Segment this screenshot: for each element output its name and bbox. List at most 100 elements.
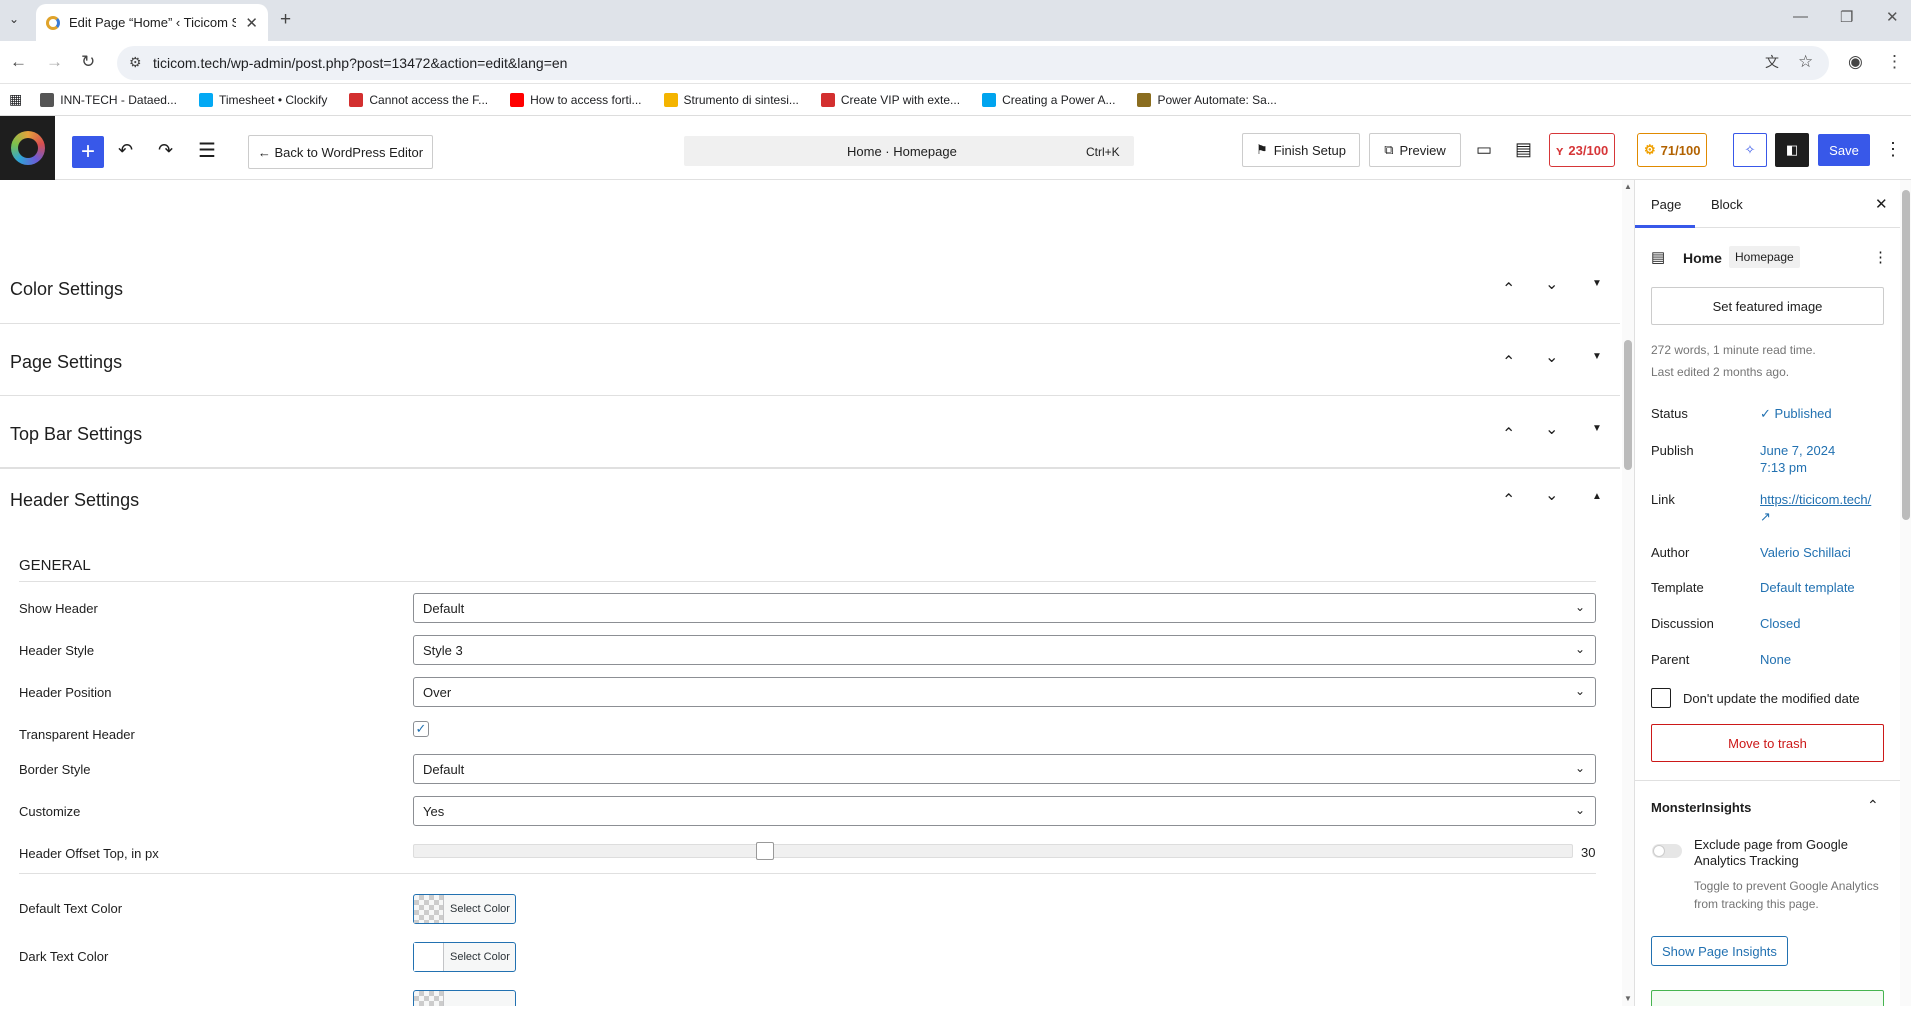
monsterinsights-title: MonsterInsights xyxy=(1651,800,1752,815)
restore-icon[interactable]: ❐ xyxy=(1840,8,1853,26)
dark-text-color-button[interactable]: Select Color xyxy=(413,942,516,972)
back-icon[interactable]: ← xyxy=(10,52,27,72)
header-offset-slider[interactable] xyxy=(413,842,1573,860)
customize-value: Yes xyxy=(423,803,445,819)
customize-select[interactable]: Yes ⌄ xyxy=(413,796,1596,826)
tab-close-icon[interactable]: ✕ xyxy=(245,14,258,32)
bookmark-item[interactable]: INN-TECH - Dataed... xyxy=(40,92,177,107)
finish-setup-button[interactable]: ⚑ Finish Setup xyxy=(1242,133,1360,167)
toggle-panel-icon[interactable]: ▼ xyxy=(1592,351,1602,362)
color-settings-panel[interactable]: Color Settings ⌃ ⌄ ▼ xyxy=(0,252,1620,324)
modified-date-checkbox[interactable] xyxy=(1651,688,1671,708)
reload-icon[interactable]: ↻ xyxy=(81,52,95,72)
page-options-icon[interactable]: ⋮ xyxy=(1873,248,1888,266)
bookmark-item[interactable]: Power Automate: Sa... xyxy=(1137,92,1277,107)
page-title: Home xyxy=(1683,250,1722,266)
move-down-icon[interactable]: ⌄ xyxy=(1545,347,1558,367)
seo-score-button[interactable]: ʏ 23/100 xyxy=(1549,133,1616,167)
bookmark-item[interactable]: Timesheet • Clockify xyxy=(198,92,327,107)
bookmark-item[interactable]: Create VIP with exte... xyxy=(820,92,960,107)
exclude-tracking-toggle[interactable] xyxy=(1652,844,1682,858)
publish-time[interactable]: 7:13 pm xyxy=(1760,460,1807,475)
top-bar-settings-panel[interactable]: Top Bar Settings ⌃ ⌄ ▼ xyxy=(0,396,1620,468)
slider-handle[interactable] xyxy=(756,842,774,860)
bookmark-item[interactable]: Strumento di sintesi... xyxy=(663,92,799,107)
options-menu-icon[interactable]: ⋮ xyxy=(1884,139,1902,160)
active-tab-indicator xyxy=(1635,225,1695,228)
default-text-color-button[interactable]: Select Color xyxy=(413,894,516,924)
browser-tab-active[interactable]: Edit Page “Home” ‹ Ticicom SA ✕ xyxy=(36,4,268,41)
discussion-value[interactable]: Closed xyxy=(1760,616,1800,631)
header-position-select[interactable]: Over ⌄ xyxy=(413,677,1596,707)
back-to-wordpress-editor-button[interactable]: ← Back to WordPress Editor xyxy=(248,135,433,169)
translate-icon[interactable]: 文 xyxy=(1765,52,1779,72)
collapse-panel-icon[interactable]: ▲ xyxy=(1592,491,1602,502)
move-up-icon[interactable]: ⌃ xyxy=(1502,490,1515,510)
customize-label: Customize xyxy=(19,804,81,819)
page-link[interactable]: https://ticicom.tech/ xyxy=(1760,492,1871,507)
settings-panel-toggle[interactable]: ◧ xyxy=(1775,133,1809,167)
toggle-panel-icon[interactable]: ▼ xyxy=(1592,423,1602,434)
move-down-icon[interactable]: ⌄ xyxy=(1545,419,1558,439)
bookmark-item[interactable]: Cannot access the F... xyxy=(349,92,488,107)
readability-score-button[interactable]: ⚙ 71/100 xyxy=(1637,133,1708,167)
external-arrow-icon[interactable]: ↗ xyxy=(1760,509,1771,525)
window-close-icon[interactable]: ✕ xyxy=(1886,8,1899,26)
scroll-down-icon[interactable]: ▼ xyxy=(1624,994,1632,1003)
bookmark-item[interactable]: How to access forti... xyxy=(510,92,642,107)
set-featured-image-button[interactable]: Set featured image xyxy=(1651,287,1884,325)
url-input[interactable]: ⚙ ticicom.tech/wp-admin/post.php?post=13… xyxy=(117,46,1829,80)
scrollbar-thumb[interactable] xyxy=(1624,340,1632,470)
profile-icon[interactable]: ◉ xyxy=(1848,52,1863,72)
undo-icon[interactable]: ↶ xyxy=(118,140,133,161)
move-up-icon[interactable]: ⌃ xyxy=(1502,352,1515,372)
transparent-header-checkbox[interactable]: ✓ xyxy=(413,721,429,737)
show-header-select[interactable]: Default ⌄ xyxy=(413,593,1596,623)
toggle-panel-icon[interactable]: ▼ xyxy=(1592,278,1602,289)
apps-grid-icon[interactable]: ▦ xyxy=(9,91,22,108)
parent-value[interactable]: None xyxy=(1760,652,1791,667)
new-tab-icon[interactable]: + xyxy=(280,9,291,31)
minimize-icon[interactable]: — xyxy=(1793,8,1808,25)
scroll-up-icon[interactable]: ▲ xyxy=(1624,182,1632,191)
move-up-icon[interactable]: ⌃ xyxy=(1502,424,1515,444)
template-value[interactable]: Default template xyxy=(1760,580,1855,595)
site-logo[interactable] xyxy=(0,116,55,180)
next-color-button[interactable] xyxy=(413,990,516,1006)
content-scrollbar[interactable]: ▲ ▼ xyxy=(1622,180,1634,1006)
publish-date[interactable]: June 7, 2024 xyxy=(1760,443,1835,458)
transparent-header-label: Transparent Header xyxy=(19,727,135,742)
ai-magic-button[interactable]: ✧ xyxy=(1733,133,1767,167)
show-page-insights-button[interactable]: Show Page Insights xyxy=(1651,936,1788,966)
move-down-icon[interactable]: ⌄ xyxy=(1545,274,1558,294)
browser-menu-icon[interactable]: ⋮ xyxy=(1886,52,1903,72)
close-sidebar-icon[interactable]: ✕ xyxy=(1875,195,1888,213)
header-style-select[interactable]: Style 3 ⌄ xyxy=(413,635,1596,665)
page-settings-panel[interactable]: Page Settings ⌃ ⌄ ▼ xyxy=(0,324,1620,396)
bookmark-star-icon[interactable]: ☆ xyxy=(1798,52,1813,72)
author-value[interactable]: Valerio Schillaci xyxy=(1760,545,1851,560)
device-preview-icon[interactable]: ▭ xyxy=(1476,140,1492,160)
move-to-trash-button[interactable]: Move to trash xyxy=(1651,724,1884,762)
command-palette-bar[interactable]: Home · Homepage Ctrl+K xyxy=(684,136,1134,166)
sidebar-scrollbar[interactable] xyxy=(1900,180,1911,1006)
move-down-icon[interactable]: ⌄ xyxy=(1545,485,1558,505)
move-up-icon[interactable]: ⌃ xyxy=(1502,279,1515,299)
save-button[interactable]: Save xyxy=(1818,134,1870,166)
tab-list-chevron-icon[interactable]: ⌄ xyxy=(9,12,19,26)
template-icon[interactable]: ▤ xyxy=(1515,139,1532,160)
border-style-select[interactable]: Default ⌄ xyxy=(413,754,1596,784)
status-value[interactable]: ✓ Published xyxy=(1760,406,1832,422)
tab-page[interactable]: Page xyxy=(1651,197,1681,212)
redo-icon[interactable]: ↷ xyxy=(158,140,173,161)
document-overview-icon[interactable]: ☰ xyxy=(198,138,216,163)
color-swatch xyxy=(414,895,444,923)
add-block-button[interactable]: + xyxy=(72,136,104,168)
bookmark-item[interactable]: Creating a Power A... xyxy=(982,92,1115,107)
preview-button[interactable]: ⧉ Preview xyxy=(1369,133,1461,167)
chevron-up-icon[interactable]: ⌃ xyxy=(1867,797,1879,814)
forward-icon[interactable]: → xyxy=(46,52,63,72)
tab-block[interactable]: Block xyxy=(1711,197,1743,212)
site-info-icon[interactable]: ⚙ xyxy=(129,54,142,71)
sidebar-scrollbar-thumb[interactable] xyxy=(1902,190,1910,520)
